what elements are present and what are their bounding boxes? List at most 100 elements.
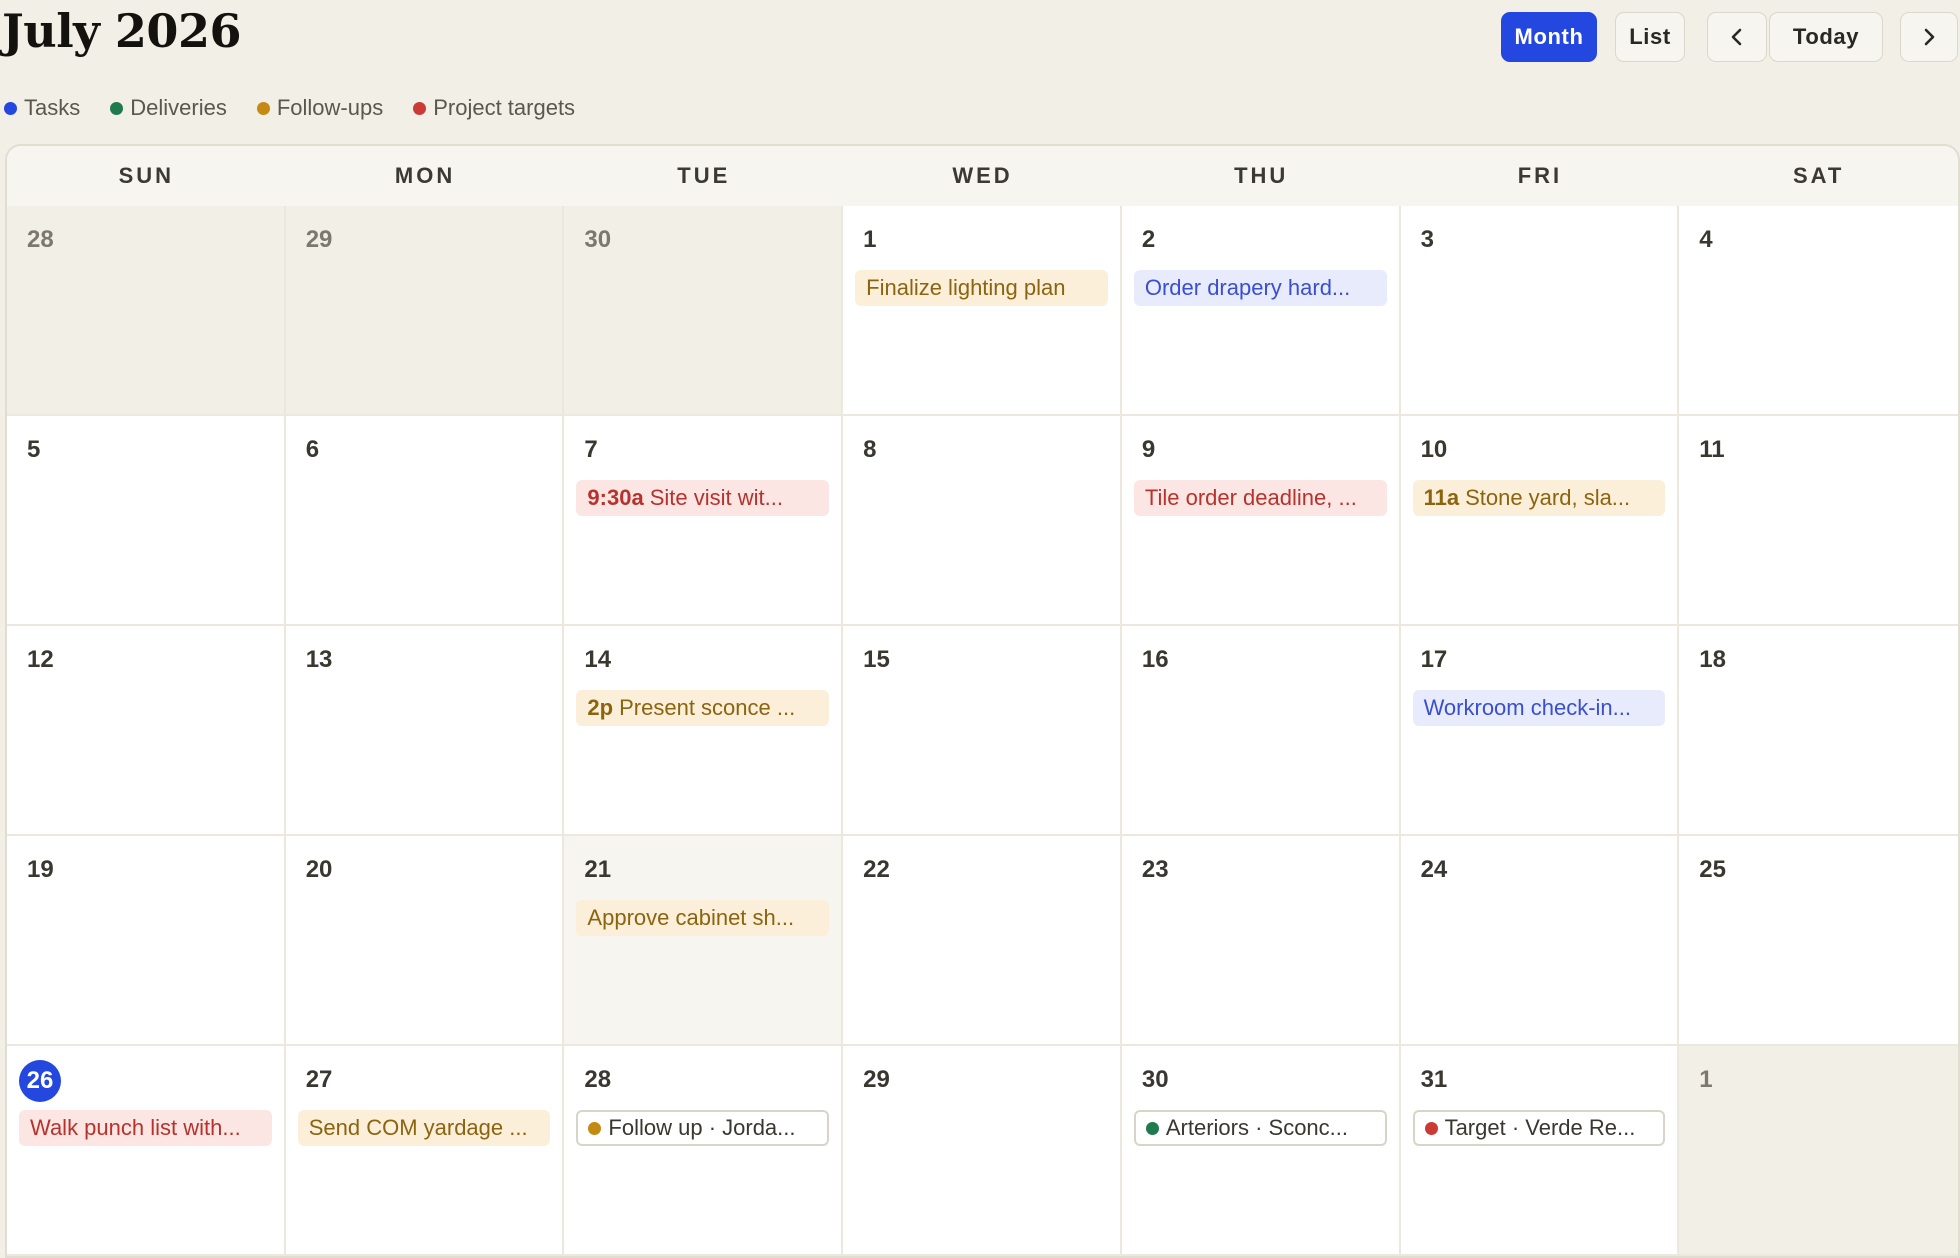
calendar-event[interactable]: 11a Stone yard, sla... — [1412, 480, 1666, 516]
day-number: 7 — [584, 436, 598, 463]
day-number: 29 — [863, 1066, 890, 1093]
day-cell[interactable]: 20 — [285, 836, 565, 1046]
day-number: 6 — [305, 436, 320, 463]
day-number: 20 — [305, 856, 333, 883]
weekday-header: SUN MON TUE WED THU FRI SAT — [7, 146, 1958, 206]
day-cell[interactable]: 25 — [1679, 836, 1958, 1046]
calendar-event[interactable]: Finalize lighting plan — [855, 270, 1108, 306]
day-cell[interactable]: 30 — [564, 206, 844, 416]
day-cell[interactable]: 3 — [1400, 206, 1680, 416]
day-cell[interactable]: 16 — [1121, 626, 1401, 836]
day-cell[interactable]: 28 Follow up · Jorda... — [564, 1046, 844, 1256]
day-number: 30 — [1141, 1066, 1169, 1093]
day-number: 5 — [27, 436, 41, 463]
calendar-legend: Tasks Deliveries Follow-ups Project targets — [4, 93, 605, 123]
event-time: 9:30a — [587, 485, 644, 510]
day-number: 1 — [863, 226, 877, 253]
legend-dot-icon — [413, 101, 427, 115]
day-cell[interactable]: 23 — [1121, 836, 1401, 1046]
day-number: 24 — [1420, 856, 1448, 883]
day-number: 18 — [1699, 646, 1726, 673]
today-button[interactable]: Today — [1769, 12, 1883, 62]
day-number: 21 — [584, 856, 612, 883]
calendar-event[interactable]: Arteriors · Sconc... — [1133, 1110, 1387, 1146]
event-dot-icon — [1145, 1122, 1159, 1135]
day-cell[interactable]: 26 Walk punch list with... — [7, 1046, 286, 1256]
list-view-button[interactable]: List — [1615, 12, 1685, 62]
day-number: 9 — [1141, 436, 1156, 463]
calendar-event[interactable]: 9:30a Site visit wit... — [576, 480, 830, 516]
chevron-right-icon — [1924, 28, 1935, 46]
day-cell[interactable]: 1 Finalize lighting plan — [843, 206, 1122, 416]
day-cell[interactable]: 21 Approve cabinet sh... — [564, 836, 844, 1046]
weekday-label: FRI — [1517, 163, 1563, 188]
calendar-event[interactable]: Workroom check-in... — [1412, 690, 1666, 726]
day-number: 13 — [305, 646, 333, 673]
legend-dot-icon — [256, 101, 270, 115]
day-cell[interactable]: 15 — [843, 626, 1122, 836]
day-number: 27 — [305, 1066, 333, 1093]
event-dot-icon — [588, 1122, 602, 1135]
day-cell[interactable]: 13 — [285, 626, 565, 836]
day-cell[interactable]: 11 — [1679, 416, 1958, 626]
day-number: 29 — [305, 226, 333, 253]
legend-item: Deliveries — [110, 95, 227, 121]
day-cell[interactable]: 28 — [7, 206, 286, 416]
day-cell[interactable]: 24 — [1400, 836, 1680, 1046]
month-view-button[interactable]: Month — [1501, 12, 1597, 62]
calendar-event[interactable]: Tile order deadline, ... — [1133, 480, 1387, 516]
event-time: 11a — [1423, 485, 1460, 510]
event-title: Approve cabinet sh... — [587, 905, 795, 930]
day-cell[interactable]: 8 — [843, 416, 1122, 626]
day-cell[interactable]: 31 Target · Verde Re... — [1400, 1046, 1680, 1256]
day-number: 2 — [1141, 226, 1156, 253]
legend-label: Follow-ups — [276, 95, 384, 120]
event-title: Send COM yardage ... — [308, 1115, 528, 1140]
day-cell[interactable]: 14 2p Present sconce ... — [564, 626, 844, 836]
day-cell[interactable]: 4 — [1679, 206, 1958, 416]
calendar-event[interactable]: Target · Verde Re... — [1412, 1110, 1666, 1146]
day-number: 22 — [863, 856, 890, 883]
day-cell[interactable]: 22 — [843, 836, 1122, 1046]
calendar-event[interactable]: Follow up · Jorda... — [576, 1110, 830, 1146]
day-cell[interactable]: 5 — [7, 416, 286, 626]
day-cell[interactable]: 7 9:30a Site visit wit... — [564, 416, 844, 626]
event-title: Site visit wit... — [649, 485, 783, 510]
calendar-event[interactable]: Send COM yardage ... — [297, 1110, 551, 1146]
day-number: 11 — [1699, 436, 1725, 463]
legend-item: Tasks — [4, 95, 80, 121]
day-cell[interactable]: 9 Tile order deadline, ... — [1121, 416, 1401, 626]
day-cell[interactable]: 10 11a Stone yard, sla... — [1400, 416, 1680, 626]
event-dot-icon — [1424, 1122, 1438, 1135]
event-time: 2p — [587, 695, 614, 720]
event-title: Order drapery hard... — [1144, 275, 1351, 300]
previous-month-button[interactable] — [1707, 12, 1767, 62]
day-cell[interactable]: 6 — [285, 416, 565, 626]
day-cell[interactable]: 30 Arteriors · Sconc... — [1121, 1046, 1401, 1256]
weekday-label: MON — [394, 163, 456, 188]
day-number: 17 — [1420, 646, 1448, 673]
day-cell[interactable]: 19 — [7, 836, 286, 1046]
calendar-event[interactable]: Walk punch list with... — [19, 1110, 272, 1146]
day-cell[interactable]: 12 — [7, 626, 286, 836]
event-title: Walk punch list with... — [30, 1115, 241, 1140]
day-cell[interactable]: 2 Order drapery hard... — [1121, 206, 1401, 416]
day-cell[interactable]: 29 — [285, 206, 565, 416]
event-title: Arteriors · Sconc... — [1165, 1115, 1348, 1140]
day-number: 14 — [584, 646, 612, 673]
day-cell[interactable]: 29 — [843, 1046, 1122, 1256]
calendar-event[interactable]: Approve cabinet sh... — [576, 900, 830, 936]
calendar-event[interactable]: 2p Present sconce ... — [576, 690, 830, 726]
day-cell[interactable]: 18 — [1679, 626, 1958, 836]
weekday-label: WED — [952, 163, 1013, 188]
day-number: 30 — [584, 226, 612, 253]
day-number: 23 — [1141, 856, 1169, 883]
next-month-button[interactable] — [1900, 12, 1958, 62]
legend-dot-icon — [110, 101, 124, 115]
calendar-event[interactable]: Order drapery hard... — [1133, 270, 1387, 306]
day-cell[interactable]: 27 Send COM yardage ... — [285, 1046, 565, 1256]
day-cell[interactable]: 17 Workroom check-in... — [1400, 626, 1680, 836]
page-title: July 2026 — [2, 4, 241, 58]
day-cell[interactable]: 1 — [1679, 1046, 1958, 1256]
legend-label: Tasks — [24, 95, 81, 120]
